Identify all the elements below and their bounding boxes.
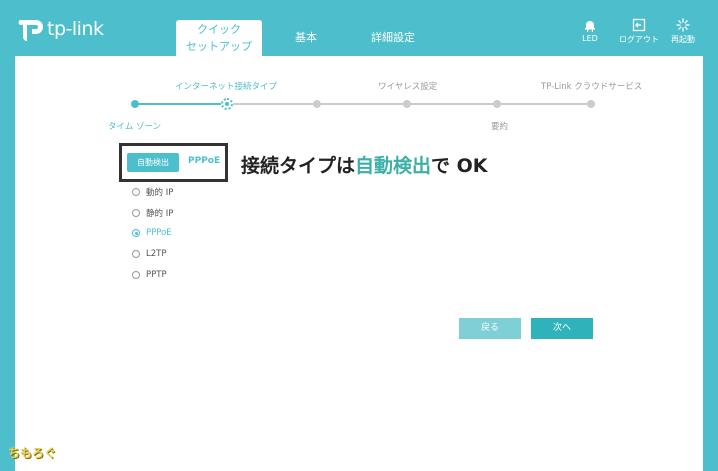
annotation-suffix: で OK <box>431 155 488 177</box>
step-dot-wireless <box>403 100 411 108</box>
tab-quick-setup-line2: セットアップ <box>186 40 252 53</box>
step-label-cloud: TP-Link クラウドサービス <box>541 82 643 92</box>
progress-track-done <box>136 103 226 105</box>
radio-circle[interactable] <box>132 188 140 196</box>
auto-detect-button[interactable]: 自動検出 <box>127 153 179 172</box>
detect-result: PPPoE <box>188 156 221 166</box>
tab-quick-setup-line1: クイック <box>197 23 241 36</box>
top-header: tp-link クイック セットアップ 基本 詳細設定 LED ログアウト 再起… <box>0 0 718 56</box>
annotation-prefix: 接続タイプは <box>241 155 356 177</box>
step-label-timezone: タイム ゾーン <box>108 122 162 132</box>
radio-l2tp[interactable]: L2TP <box>132 249 166 259</box>
progress-track-remaining <box>233 103 591 105</box>
led-label: LED <box>582 34 598 43</box>
step-label-summary: 要約 <box>491 122 509 132</box>
next-button[interactable]: 次へ <box>531 318 593 339</box>
reboot-button[interactable]: 再起動 <box>668 18 698 45</box>
tplink-logo-icon <box>18 20 43 41</box>
brand-name: tp-link <box>47 18 104 40</box>
tab-quick-setup[interactable]: クイック セットアップ <box>176 20 262 56</box>
radio-pppoe[interactable]: PPPoE <box>132 228 172 238</box>
radio-circle-checked[interactable] <box>132 229 140 237</box>
reboot-label: 再起動 <box>671 35 695 44</box>
led-icon <box>585 21 595 32</box>
radio-circle[interactable] <box>132 271 140 279</box>
radio-label: 動的 IP <box>146 188 174 198</box>
logout-button[interactable]: ログアウト <box>617 18 661 45</box>
step-dot-connection-type <box>221 98 233 110</box>
watermark: ちもろぐ <box>8 446 57 460</box>
radio-dynamic-ip[interactable]: 動的 IP <box>132 186 173 198</box>
auto-detect-highlight: 自動検出 PPPoE <box>119 143 228 182</box>
reboot-icon <box>676 18 690 32</box>
annotation-text: 接続タイプは自動検出で OK <box>241 151 488 178</box>
radio-pptp[interactable]: PPTP <box>132 270 167 280</box>
radio-label: L2TP <box>146 249 167 259</box>
step-label-wireless: ワイヤレス設定 <box>378 82 438 92</box>
radio-circle[interactable] <box>132 250 140 258</box>
led-button[interactable]: LED <box>580 18 600 43</box>
step-dot-cloud <box>587 100 595 108</box>
annotation-highlight: 自動検出 <box>355 155 432 177</box>
logout-icon <box>632 18 646 32</box>
step-dot-3 <box>313 100 321 108</box>
back-button[interactable]: 戻る <box>459 318 521 339</box>
logout-label: ログアウト <box>619 35 659 44</box>
step-dot-summary <box>493 100 501 108</box>
step-dot-timezone <box>131 100 139 108</box>
tplink-logo[interactable]: tp-link <box>13 14 104 44</box>
radio-label: 静的 IP <box>146 209 174 219</box>
radio-label: PPTP <box>146 270 167 280</box>
step-label-connection-type: インターネット接続タイプ <box>175 82 278 92</box>
radio-static-ip[interactable]: 静的 IP <box>132 207 173 219</box>
radio-circle[interactable] <box>132 209 140 217</box>
radio-label: PPPoE <box>146 228 172 238</box>
quick-setup-panel: インターネット接続タイプ ワイヤレス設定 TP-Link クラウドサービス タイ… <box>15 56 703 471</box>
